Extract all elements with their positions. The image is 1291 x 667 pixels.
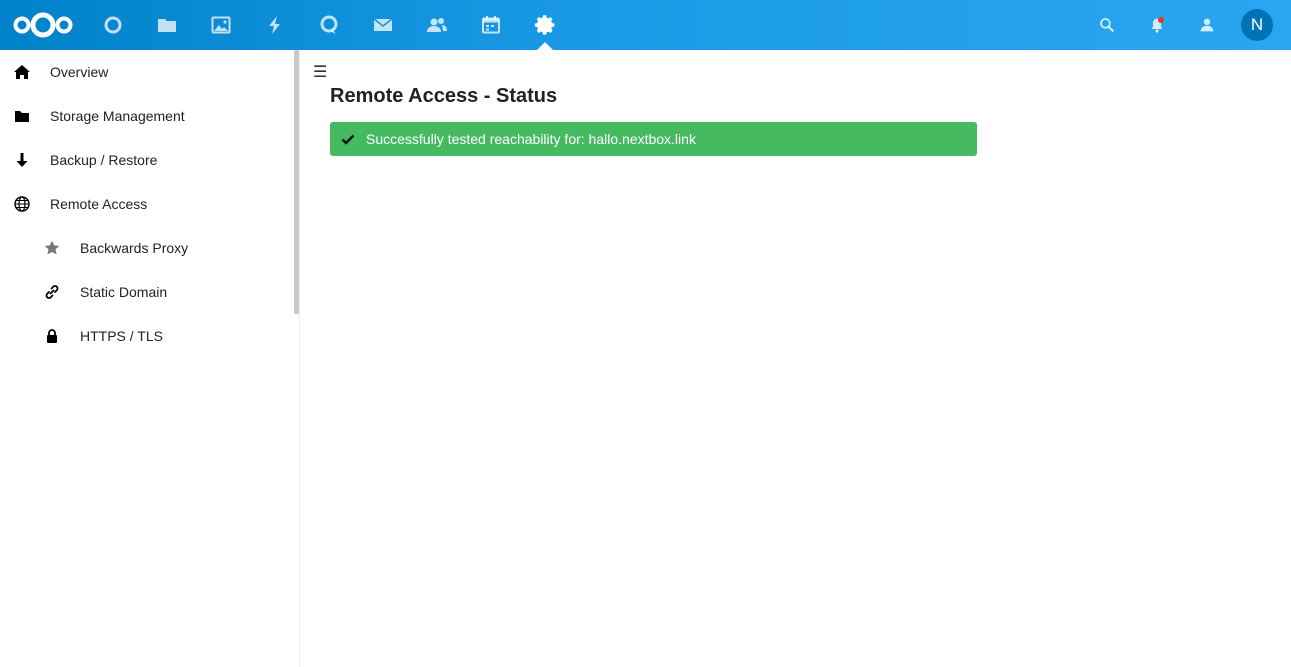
home-icon <box>14 64 30 80</box>
globe-icon <box>14 196 30 212</box>
nextcloud-logo-icon[interactable] <box>12 10 74 40</box>
files-app-icon[interactable] <box>152 10 182 40</box>
user-avatar[interactable]: N <box>1241 9 1273 41</box>
mail-app-icon[interactable] <box>368 10 398 40</box>
sidebar-item-label: Static Domain <box>80 284 168 300</box>
sidebar-item-label: HTTPS / TLS <box>80 328 163 344</box>
top-header-bar: N <box>0 0 1291 50</box>
sidebar-item-https-tls[interactable]: HTTPS / TLS <box>0 314 290 358</box>
notification-dot <box>1158 17 1164 23</box>
navigation-toggle-menu-icon[interactable]: ☰ <box>313 65 329 81</box>
sidebar-item-backwards-proxy[interactable]: Backwards Proxy <box>0 226 290 270</box>
arrow-down-icon <box>14 152 30 168</box>
active-app-indicator <box>537 42 553 50</box>
photos-app-icon[interactable] <box>206 10 236 40</box>
sidebar-item-static-domain[interactable]: Static Domain <box>0 270 290 314</box>
settings-app-icon[interactable] <box>530 10 560 40</box>
success-alert: Successfully tested reachability for: ha… <box>330 122 977 156</box>
calendar-app-icon[interactable] <box>476 10 506 40</box>
sidebar-item-backup-restore[interactable]: Backup / Restore <box>0 138 290 182</box>
sidebar-item-label: Overview <box>50 64 109 80</box>
dashboard-app-icon[interactable] <box>98 10 128 40</box>
lock-icon <box>44 328 60 344</box>
page-title: Remote Access - Status <box>330 85 558 107</box>
notifications-bell-icon[interactable] <box>1142 10 1172 40</box>
sidebar-item-remote-access[interactable]: Remote Access <box>0 182 290 226</box>
sidebar-item-overview[interactable]: Overview <box>0 50 290 94</box>
contacts-app-icon[interactable] <box>422 10 452 40</box>
search-icon[interactable] <box>1092 10 1122 40</box>
talk-app-icon[interactable] <box>314 10 344 40</box>
app-navigation-sidebar: Overview Storage Management Backup / Res… <box>0 50 300 667</box>
folder-icon <box>14 108 30 124</box>
contacts-menu-icon[interactable] <box>1192 10 1222 40</box>
sidebar-item-storage-management[interactable]: Storage Management <box>0 94 290 138</box>
checkmark-icon <box>341 134 355 145</box>
star-icon <box>44 240 60 256</box>
sidebar-item-label: Backup / Restore <box>50 152 158 168</box>
link-icon <box>44 284 60 300</box>
sidebar-item-label: Remote Access <box>50 196 148 212</box>
sidebar-item-label: Storage Management <box>50 108 185 124</box>
alert-message: Successfully tested reachability for: ha… <box>366 131 696 147</box>
sidebar-item-label: Backwards Proxy <box>80 240 189 256</box>
sidebar-scrollbar[interactable] <box>294 50 299 314</box>
activity-app-icon[interactable] <box>260 10 290 40</box>
